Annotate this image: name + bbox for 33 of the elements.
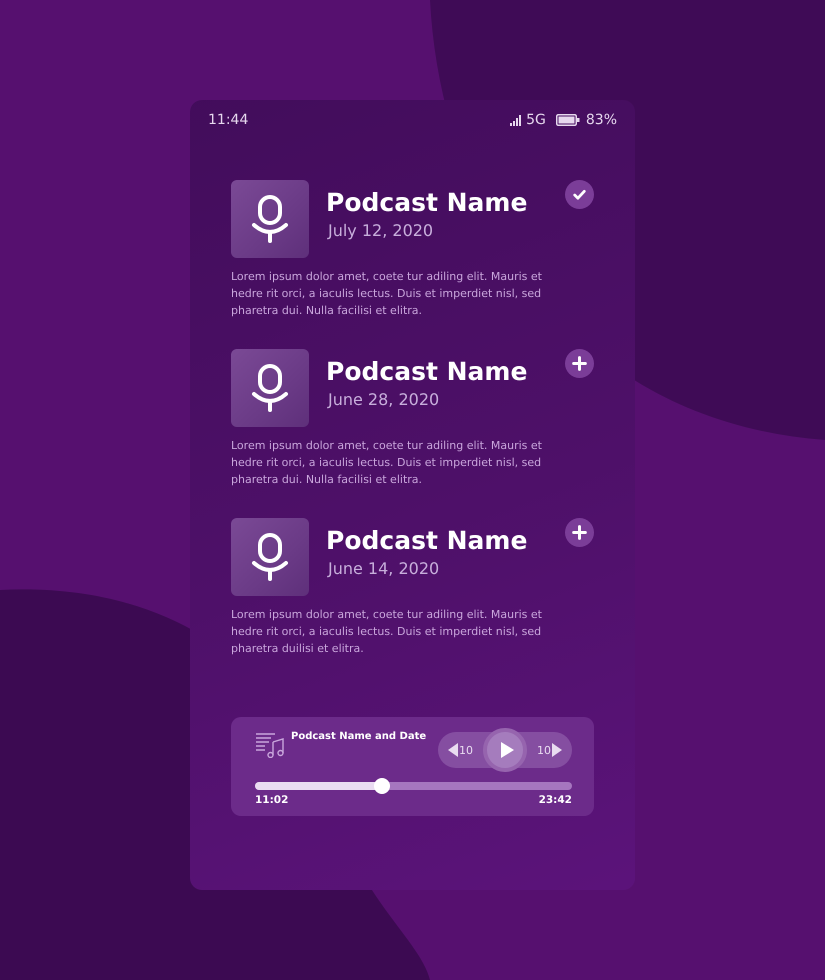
- elapsed-time: 11:02: [255, 794, 288, 806]
- battery-icon: [556, 114, 580, 126]
- play-icon: [498, 741, 514, 759]
- rewind-button[interactable]: 10: [444, 743, 477, 757]
- play-button[interactable]: [483, 728, 527, 772]
- signal-icon: [510, 114, 522, 126]
- battery-label: 83%: [586, 112, 617, 128]
- episode-date: June 28, 2020: [328, 389, 440, 411]
- microphone-icon: [250, 364, 290, 412]
- forward-icon: [552, 743, 562, 757]
- plus-icon: [571, 355, 588, 372]
- progress-handle[interactable]: [374, 778, 390, 794]
- forward-button[interactable]: 10: [533, 743, 566, 757]
- now-playing-title: Podcast Name and Date: [291, 731, 428, 742]
- episode-description: Lorem ipsum dolor amet, coete tur adiling elit. Mauris et hedre rit orci, a iaculis lectus. Duis et imperdiet nisl, sed pharetra dui. Nulla facilisi et elitra.: [231, 269, 543, 319]
- added-button[interactable]: [565, 180, 594, 209]
- plus-icon: [571, 524, 588, 541]
- microphone-icon: [250, 533, 290, 581]
- podcast-title: Podcast Name: [326, 525, 528, 557]
- episode-date: June 14, 2020: [328, 558, 440, 580]
- rewind-icon: [448, 743, 458, 757]
- add-button[interactable]: [565, 349, 594, 378]
- episode-date: July 12, 2020: [328, 220, 434, 242]
- podcast-title: Podcast Name: [326, 356, 528, 388]
- microphone-icon: [250, 195, 290, 243]
- network-label: 5G: [526, 112, 546, 128]
- podcast-title: Podcast Name: [326, 187, 528, 219]
- add-button[interactable]: [565, 518, 594, 547]
- total-time: 23:42: [538, 794, 572, 806]
- episode-description: Lorem ipsum dolor amet, coete tur adiling elit. Mauris et hedre rit orci, a iaculis lectus. Duis et imperdiet nisl, sed pharetra duilisi et elitra.: [231, 607, 543, 657]
- playlist-music-icon: [255, 732, 285, 758]
- status-time: 11:44: [208, 112, 248, 128]
- episode-description: Lorem ipsum dolor amet, coete tur adiling elit. Mauris et hedre rit orci, a iaculis lectus. Duis et imperdiet nisl, sed pharetra dui. Nulla facilisi et elitra.: [231, 438, 543, 488]
